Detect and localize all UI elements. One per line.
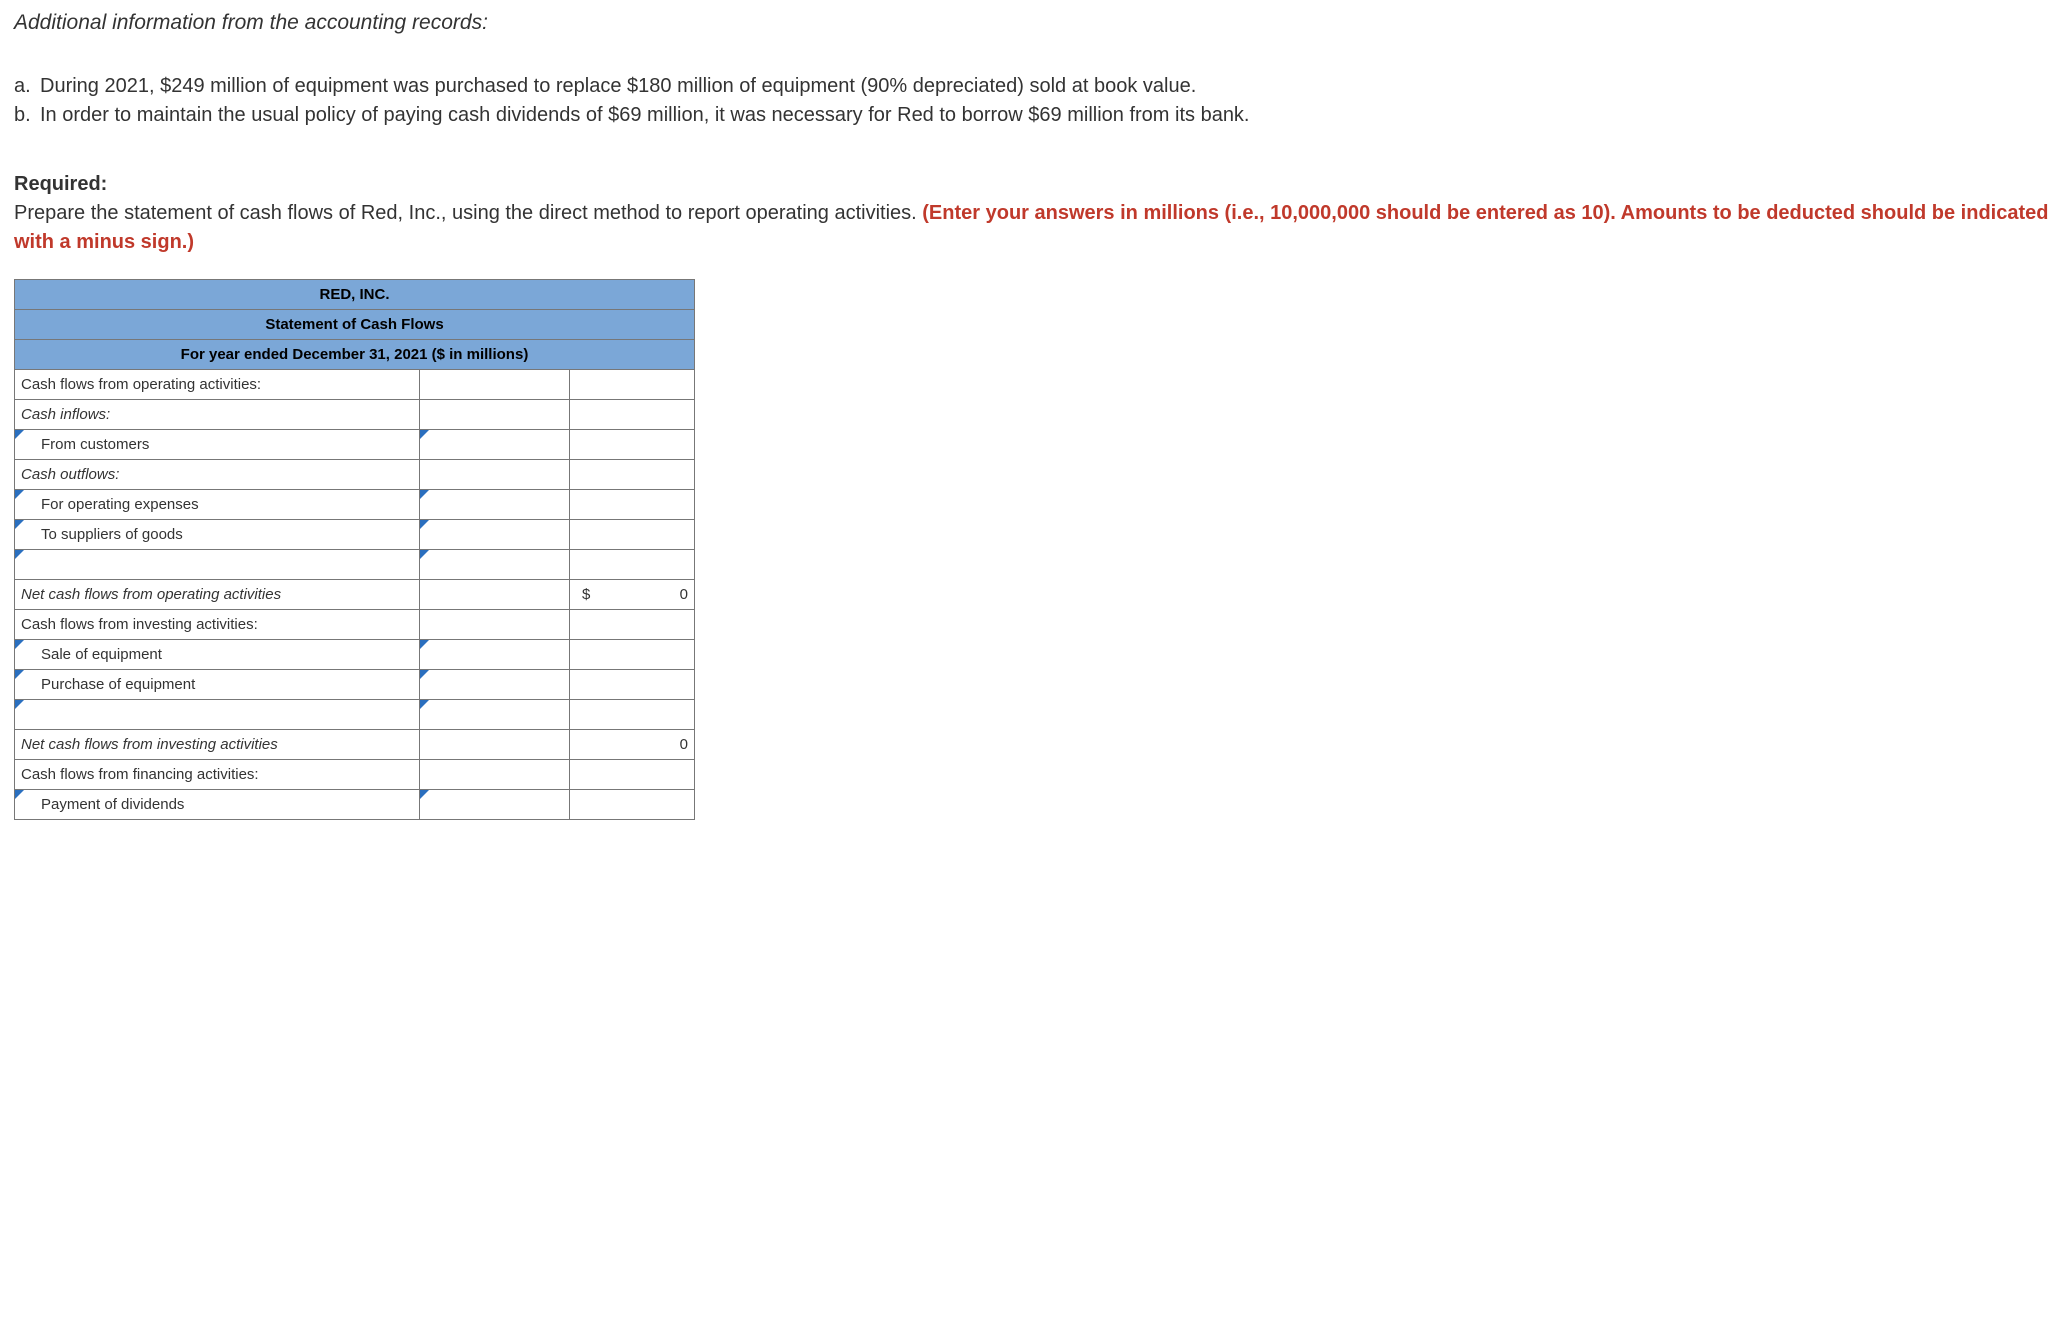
cell-blank [570, 460, 695, 490]
required-label: Required: [14, 170, 2052, 199]
row-payment-dividends[interactable]: Payment of dividends [15, 790, 420, 820]
cell-blank [420, 370, 570, 400]
cell-blank [570, 790, 695, 820]
cell-blank [570, 640, 695, 670]
cell-net-op-total: $0 [570, 580, 695, 610]
cell-blank [570, 400, 695, 430]
row-op-expenses[interactable]: For operating expenses [15, 490, 420, 520]
row-net-inv: Net cash flows from investing activities [15, 730, 420, 760]
cell-blank [570, 610, 695, 640]
cell-blank [570, 670, 695, 700]
required-text: Prepare the statement of cash flows of R… [14, 202, 922, 224]
value-zero: 0 [680, 736, 688, 753]
cell-blank [570, 760, 695, 790]
cell-blank [570, 550, 695, 580]
cell-blank [570, 370, 695, 400]
info-list: a. During 2021, $249 million of equipmen… [14, 72, 2052, 130]
cell-blank [570, 520, 695, 550]
cash-flows-table: RED, INC. Statement of Cash Flows For ye… [14, 279, 695, 820]
info-a-text: During 2021, $249 million of equipment w… [40, 72, 2052, 101]
input-payment-dividends[interactable] [420, 790, 570, 820]
info-b-marker: b. [14, 101, 40, 130]
input-purchase-equipment[interactable] [420, 670, 570, 700]
intro-text: Additional information from the accounti… [14, 8, 2052, 38]
row-suppliers[interactable]: To suppliers of goods [15, 520, 420, 550]
row-cash-inflows: Cash inflows: [15, 400, 420, 430]
cell-blank [570, 430, 695, 460]
input-from-customers[interactable] [420, 430, 570, 460]
value-zero: 0 [680, 586, 688, 603]
required-block: Required: Prepare the statement of cash … [14, 170, 2052, 257]
row-blank-dropdown-2[interactable] [15, 700, 420, 730]
row-sale-equipment[interactable]: Sale of equipment [15, 640, 420, 670]
row-fin-header: Cash flows from financing activities: [15, 760, 420, 790]
row-blank-dropdown-1[interactable] [15, 550, 420, 580]
row-net-op: Net cash flows from operating activities [15, 580, 420, 610]
row-inv-header: Cash flows from investing activities: [15, 610, 420, 640]
info-a-marker: a. [14, 72, 40, 101]
input-blank-1[interactable] [420, 550, 570, 580]
row-cash-outflows: Cash outflows: [15, 460, 420, 490]
row-purchase-equipment[interactable]: Purchase of equipment [15, 670, 420, 700]
row-from-customers[interactable]: From customers [15, 430, 420, 460]
table-company: RED, INC. [15, 280, 695, 310]
row-op-header: Cash flows from operating activities: [15, 370, 420, 400]
input-sale-equipment[interactable] [420, 640, 570, 670]
dollar-sign: $ [576, 584, 590, 606]
cell-blank [420, 760, 570, 790]
info-b-text: In order to maintain the usual policy of… [40, 101, 2052, 130]
cell-blank [420, 580, 570, 610]
cell-blank [420, 610, 570, 640]
input-blank-2[interactable] [420, 700, 570, 730]
cell-blank [420, 400, 570, 430]
cell-blank [570, 490, 695, 520]
table-period: For year ended December 31, 2021 ($ in m… [15, 340, 695, 370]
cell-blank [420, 730, 570, 760]
cell-blank [420, 460, 570, 490]
cell-blank [570, 700, 695, 730]
input-op-expenses[interactable] [420, 490, 570, 520]
table-title: Statement of Cash Flows [15, 310, 695, 340]
input-suppliers[interactable] [420, 520, 570, 550]
cell-net-inv-total: 0 [570, 730, 695, 760]
